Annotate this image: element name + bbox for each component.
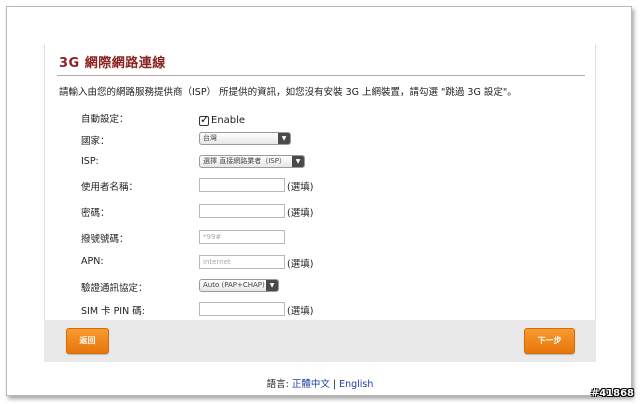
title-divider [57, 75, 585, 76]
password-input[interactable] [199, 204, 285, 218]
country-select[interactable]: 台灣 ▼ [199, 132, 291, 145]
username-optional: (選填) [287, 182, 314, 193]
intro-text: 請輸入由您的網路服務提供商（ISP） 所提供的資訊，如您沒有安裝 3G 上網裝置… [59, 87, 517, 98]
apn-optional: (選填) [287, 259, 314, 270]
username-control: (選填) [199, 176, 313, 194]
wizard-content: 3G 網際網路連線 請輸入由您的網路服務提供商（ISP） 所提供的資訊，如您沒有… [44, 44, 596, 320]
next-button[interactable]: 下一步 [524, 328, 575, 354]
auth-protocol-select-value: Auto (PAP+CHAP) [203, 281, 265, 289]
apn-label: APN: [81, 256, 104, 267]
dial-number-label: 撥號號碼： [81, 234, 129, 245]
chevron-down-icon: ▼ [278, 133, 290, 144]
dial-number-input[interactable]: *99# [199, 230, 285, 244]
language-link-english[interactable]: English [339, 379, 373, 390]
country-select-value: 台灣 [203, 134, 217, 142]
row-apn: APN: internet (選填) [81, 253, 581, 271]
auth-protocol-control: Auto (PAP+CHAP) ▼ [199, 277, 279, 295]
sim-pin-control: (選填) [199, 300, 313, 318]
watermark: #41868 [590, 388, 634, 399]
wizard-panel: 3G 網際網路連線 請輸入由您的網路服務提供商（ISP） 所提供的資訊，如您沒有… [44, 44, 596, 362]
sim-pin-optional: (選填) [287, 306, 314, 317]
isp-select-value: 選擇 直接網路業者（ISP） [203, 157, 286, 165]
sim-pin-input[interactable] [199, 302, 285, 316]
row-auto-setup: 自動設定： Enable [81, 108, 581, 128]
row-sim-pin: SIM 卡 PIN 碼: (選填) [81, 300, 581, 318]
enable-label: Enable [211, 115, 246, 126]
username-label: 使用者名稱： [81, 182, 139, 193]
row-password: 密碼： (選填) [81, 202, 581, 220]
back-button[interactable]: 返回 [66, 328, 109, 354]
row-dial-number: 撥號號碼： *99# [81, 228, 581, 246]
auth-protocol-label: 驗證通訊協定： [81, 283, 148, 294]
language-link-traditional-chinese[interactable]: 正體中文 [292, 379, 330, 390]
password-control: (選填) [199, 202, 313, 220]
password-label: 密碼： [81, 208, 110, 219]
country-label: 國家： [81, 136, 110, 147]
apn-control: internet (選填) [199, 253, 313, 271]
chevron-down-icon: ▼ [266, 280, 278, 291]
password-optional: (選填) [287, 208, 314, 219]
dial-number-control: *99# [199, 228, 285, 246]
language-label: 語言: [266, 379, 289, 390]
row-username: 使用者名稱： (選填) [81, 176, 581, 194]
username-input[interactable] [199, 178, 285, 192]
auto-setup-checkbox[interactable] [199, 113, 209, 126]
page-title: 3G 網際網路連線 [59, 56, 166, 71]
auto-setup-label: 自動設定： [81, 114, 129, 125]
chevron-down-icon: ▼ [292, 156, 304, 167]
language-separator: | [332, 379, 337, 390]
country-control: 台灣 ▼ [199, 130, 291, 148]
auto-setup-control: Enable [199, 110, 245, 128]
auth-protocol-select[interactable]: Auto (PAP+CHAP) ▼ [199, 279, 279, 292]
isp-label: ISP: [81, 156, 99, 167]
row-country: 國家： 台灣 ▼ [81, 130, 581, 148]
isp-control: 選擇 直接網路業者（ISP） ▼ [199, 153, 305, 171]
language-selector: 語言: 正體中文 | English [0, 376, 640, 390]
row-auth-protocol: 驗證通訊協定： Auto (PAP+CHAP) ▼ [81, 277, 581, 295]
isp-select[interactable]: 選擇 直接網路業者（ISP） ▼ [199, 155, 305, 168]
row-isp: ISP: 選擇 直接網路業者（ISP） ▼ [81, 153, 581, 171]
sim-pin-label: SIM 卡 PIN 碼: [81, 306, 145, 317]
apn-input[interactable]: internet [199, 255, 285, 269]
